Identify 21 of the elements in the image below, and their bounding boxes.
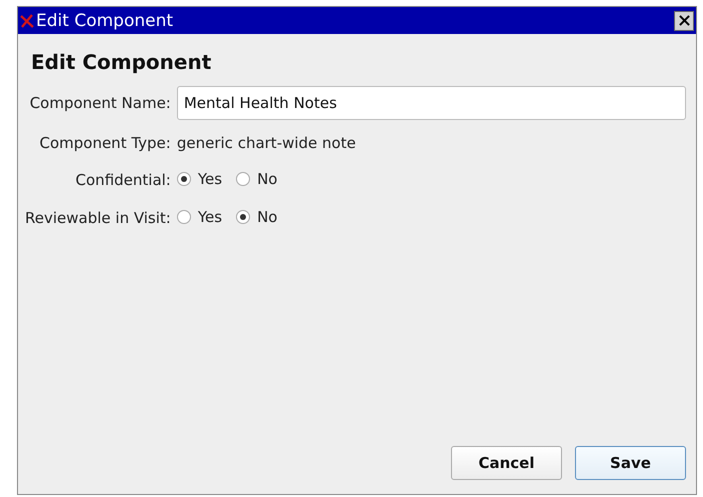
save-button[interactable]: Save: [575, 446, 686, 480]
radio-button[interactable]: [236, 172, 250, 186]
radio-button[interactable]: [236, 210, 250, 224]
radio-option[interactable]: Yes: [176, 208, 222, 226]
radio-option[interactable]: No: [236, 208, 278, 226]
field-label: Reviewable in Visit:: [25, 209, 171, 227]
field-label: Component Type:: [38, 134, 171, 152]
radio-button[interactable]: [176, 172, 191, 186]
radio-option[interactable]: Yes: [176, 170, 222, 188]
field-label: Confidential:: [74, 171, 171, 189]
x-logo-icon: [20, 14, 34, 28]
close-button[interactable]: [674, 10, 694, 30]
radio-button[interactable]: [176, 210, 191, 224]
field-value: generic chart-wide note: [176, 133, 357, 154]
radio-option[interactable]: No: [236, 170, 278, 188]
cancel-button[interactable]: Cancel: [451, 446, 562, 480]
field-label: Component Name:: [28, 94, 171, 112]
dialog-heading: Edit Component: [31, 50, 212, 74]
input-field[interactable]: Mental Health Notes: [176, 86, 686, 120]
window-title: Edit Component: [36, 10, 174, 30]
close-icon: [678, 15, 690, 26]
